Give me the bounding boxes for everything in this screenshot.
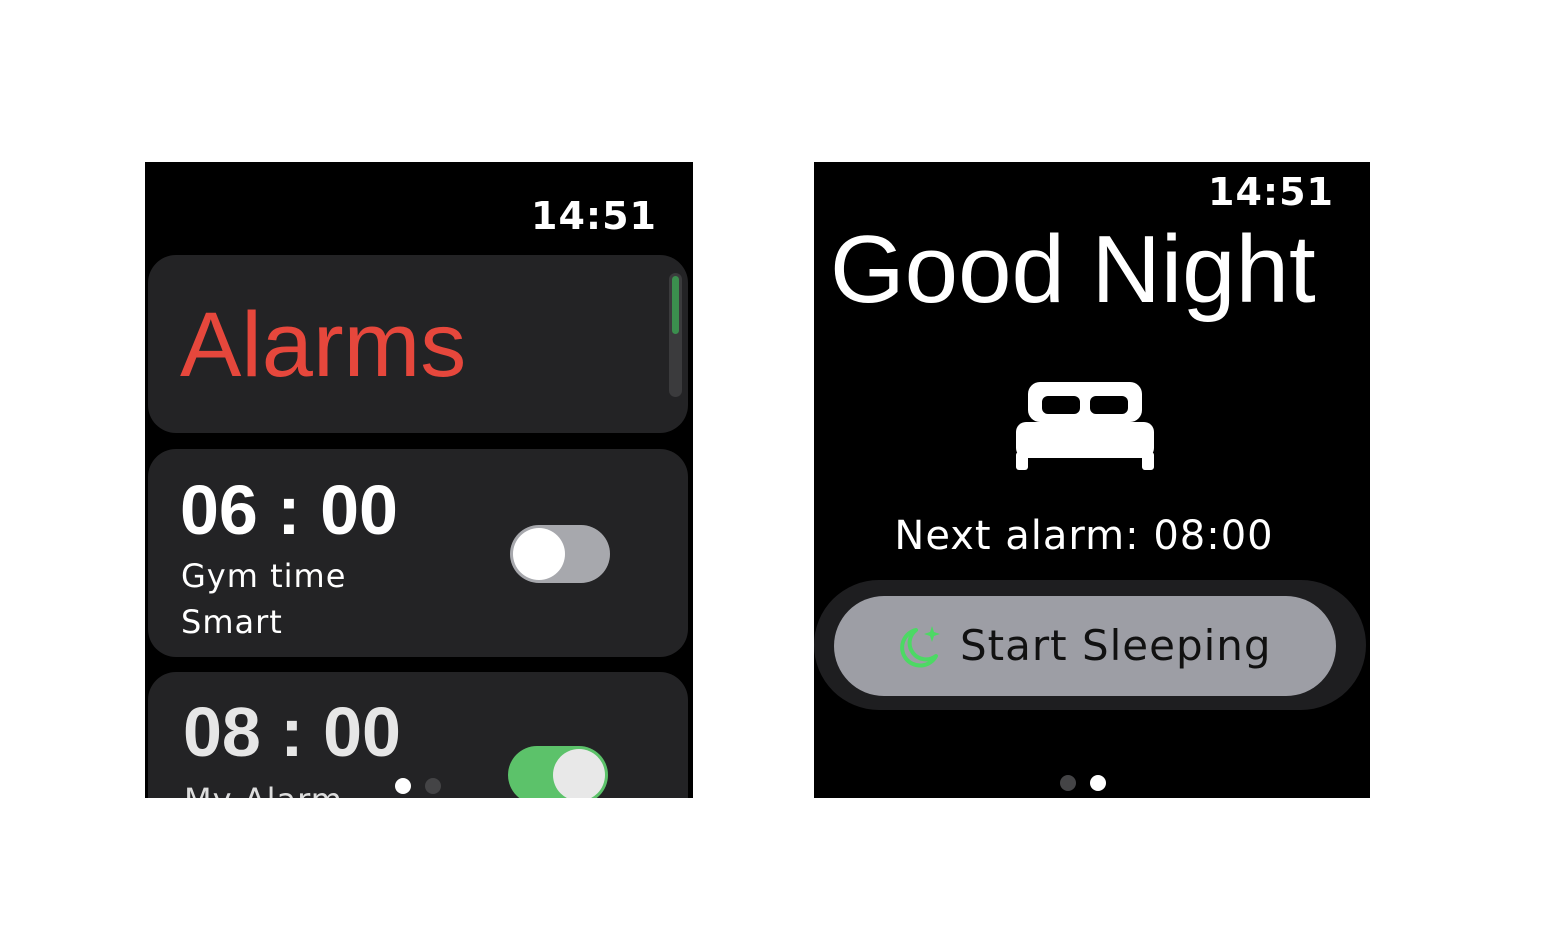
alarm-label: Gym time	[181, 557, 347, 595]
page-dot-1	[1060, 775, 1076, 791]
alarm-toggle[interactable]	[510, 525, 610, 583]
bed-icon	[1016, 382, 1154, 470]
page-indicator	[395, 778, 441, 794]
page-title: Alarms	[180, 294, 467, 396]
start-sleeping-button[interactable]: Start Sleeping	[834, 596, 1336, 696]
scrollbar-thumb[interactable]	[672, 276, 679, 334]
moon-sparkle-icon	[900, 626, 940, 668]
next-alarm-text: Next alarm: 08:00	[894, 513, 1274, 559]
alarm-sublabel: Smart	[181, 603, 283, 641]
greeting-title: Good Night	[830, 216, 1316, 323]
page-dot-1	[395, 778, 411, 794]
toggle-knob	[553, 749, 605, 798]
scrollbar[interactable]	[669, 273, 682, 397]
alarm-label: My Alarm	[184, 782, 343, 798]
alarms-header-card: Alarms	[148, 255, 688, 433]
status-clock: 14:51	[531, 194, 657, 238]
page-dot-2	[425, 778, 441, 794]
status-clock: 14:51	[1208, 170, 1334, 214]
alarm-item-gym-time[interactable]: 06 : 00 Gym time Smart	[148, 449, 688, 657]
toggle-knob	[513, 528, 565, 580]
start-sleeping-button-container: Start Sleeping	[814, 580, 1366, 710]
alarms-screen: 14:51 Alarms 06 : 00 Gym time Smart 08 :…	[145, 162, 693, 798]
page-indicator	[1060, 775, 1106, 791]
page-dot-2	[1090, 775, 1106, 791]
alarm-toggle[interactable]	[508, 746, 608, 798]
alarm-time: 08 : 00	[183, 693, 401, 771]
sleep-screen: 14:51 Good Night Next alarm: 08:00 Start…	[814, 162, 1370, 798]
start-sleeping-label: Start Sleeping	[960, 621, 1272, 670]
alarm-time: 06 : 00	[180, 471, 398, 549]
